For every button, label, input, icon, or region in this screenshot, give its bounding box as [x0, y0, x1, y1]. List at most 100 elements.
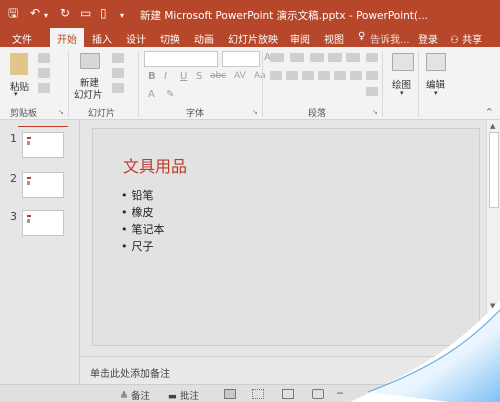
- clipboard-launcher-icon[interactable]: ↘: [58, 108, 64, 116]
- slide-thumbnail-1[interactable]: [22, 132, 64, 158]
- increase-indent-icon[interactable]: [328, 53, 342, 62]
- tab-view[interactable]: 视图: [324, 31, 344, 46]
- login-link[interactable]: 登录: [418, 31, 438, 46]
- tab-review[interactable]: 审阅: [290, 31, 310, 46]
- reading-view-icon[interactable]: [282, 389, 294, 399]
- comments-button[interactable]: ▬ 批注: [168, 388, 199, 402]
- collapse-ribbon-icon[interactable]: ^: [486, 107, 493, 116]
- undo-dropdown-icon[interactable]: ▾: [44, 9, 48, 23]
- page-curl-decoration: [350, 300, 500, 402]
- redo-icon[interactable]: ↻: [60, 6, 70, 20]
- bold-button[interactable]: B: [148, 71, 156, 82]
- smartart-icon[interactable]: [366, 87, 378, 96]
- bullets-icon[interactable]: [270, 53, 284, 62]
- align-left-icon[interactable]: [270, 71, 282, 80]
- font-color-button[interactable]: A: [148, 89, 155, 100]
- columns-icon[interactable]: [350, 71, 362, 80]
- tab-insert[interactable]: 插入: [92, 31, 112, 46]
- bullet-item: 橡皮: [121, 204, 165, 221]
- ribbon: 粘贴 ▾ 剪贴板 ↘ 新建 幻灯片 幻灯片 A A B I U S abc AV…: [0, 47, 500, 120]
- tab-slideshow[interactable]: 幻灯片放映: [228, 31, 278, 46]
- paste-icon[interactable]: [10, 53, 28, 75]
- slide-sorter-icon[interactable]: [252, 389, 264, 399]
- group-divider: [138, 51, 139, 117]
- paragraph-launcher-icon[interactable]: ↘: [372, 108, 378, 116]
- slide-number: 3: [10, 210, 17, 223]
- group-divider: [382, 51, 383, 117]
- align-text-icon[interactable]: [366, 71, 378, 80]
- tab-file[interactable]: 文件: [12, 31, 32, 46]
- slide-number: 2: [10, 172, 17, 185]
- bullet-item: 笔记本: [121, 221, 165, 238]
- insertion-marker: [18, 126, 68, 127]
- slide-thumbnail-3[interactable]: [22, 210, 64, 236]
- new-slide-icon[interactable]: [80, 53, 100, 69]
- slide-bullet-list[interactable]: 铅笔 橡皮 笔记本 尺子: [121, 187, 165, 255]
- shadow-button[interactable]: S: [196, 71, 202, 82]
- slide-number: 1: [10, 132, 17, 145]
- thumb-body-mark: [27, 141, 30, 145]
- align-center-icon[interactable]: [286, 71, 298, 80]
- slide-thumbnail-2[interactable]: [22, 172, 64, 198]
- layout-icon[interactable]: [112, 53, 124, 63]
- line-spacing-icon[interactable]: [346, 53, 360, 62]
- scroll-up-icon[interactable]: ▲: [490, 122, 495, 130]
- paste-button[interactable]: 粘贴: [10, 79, 29, 93]
- editing-dropdown-icon[interactable]: ▾: [434, 89, 438, 97]
- new-document-icon[interactable]: ▯: [100, 6, 107, 20]
- reset-icon[interactable]: [112, 68, 124, 78]
- text-direction-icon[interactable]: [366, 53, 378, 62]
- normal-view-icon[interactable]: [224, 389, 236, 399]
- font-launcher-icon[interactable]: ↘: [252, 108, 258, 116]
- thumb-body-mark: [27, 219, 30, 223]
- window-title: 新建 Microsoft PowerPoint 演示文稿.pptx - Powe…: [140, 10, 429, 22]
- cut-icon[interactable]: [38, 53, 50, 63]
- lightbulb-icon: ♀: [358, 31, 366, 42]
- save-icon[interactable]: 🖫: [8, 6, 18, 20]
- underline-button[interactable]: U: [180, 71, 187, 82]
- italic-button[interactable]: I: [164, 71, 167, 82]
- slide-thumbnail-pane: 1 2 3: [0, 120, 80, 384]
- tab-design[interactable]: 设计: [126, 31, 146, 46]
- shapes-icon[interactable]: [392, 53, 414, 71]
- ribbon-tab-bar: 文件 开始 插入 设计 切换 动画 幻灯片放映 审阅 视图 ♀ 告诉我... 登…: [0, 28, 500, 47]
- numbering-icon[interactable]: [290, 53, 304, 62]
- notes-placeholder[interactable]: 单击此处添加备注: [90, 365, 170, 380]
- paste-dropdown-icon[interactable]: ▾: [14, 90, 18, 98]
- tab-animations[interactable]: 动画: [194, 31, 214, 46]
- notes-toggle-button[interactable]: ≜ 备注: [120, 388, 150, 402]
- clipboard-group-label: 剪贴板: [10, 109, 38, 119]
- copy-icon[interactable]: [38, 68, 50, 78]
- strikethrough-button[interactable]: abc: [210, 71, 226, 81]
- highlight-icon[interactable]: ✎: [166, 89, 174, 100]
- notes-toggle-label: 备注: [131, 391, 151, 402]
- tell-me-box[interactable]: 告诉我...: [370, 31, 410, 46]
- find-icon[interactable]: [426, 53, 446, 71]
- char-spacing-button[interactable]: AV: [234, 71, 246, 81]
- bullet-item: 铅笔: [121, 187, 165, 204]
- start-slideshow-icon[interactable]: ▭: [80, 6, 91, 20]
- person-icon: ⚇: [450, 35, 459, 46]
- tab-home[interactable]: 开始: [50, 28, 84, 47]
- thumb-title-mark: [27, 137, 31, 139]
- decrease-indent-icon[interactable]: [310, 53, 324, 62]
- comments-label: 批注: [180, 391, 200, 402]
- scrollbar-thumb[interactable]: [489, 132, 499, 208]
- justify-icon[interactable]: [318, 71, 330, 80]
- tab-transitions[interactable]: 切换: [160, 31, 180, 46]
- new-slide-button[interactable]: 幻灯片: [74, 87, 103, 101]
- format-painter-icon[interactable]: [38, 83, 50, 93]
- title-bar: 🖫 ↶ ▾ ↻ ▭ ▯ ▾ 新建 Microsoft PowerPoint 演示…: [0, 0, 500, 28]
- section-icon[interactable]: [112, 83, 124, 93]
- slide-title[interactable]: 文具用品: [123, 153, 187, 177]
- distributed-icon[interactable]: [334, 71, 346, 80]
- drawing-dropdown-icon[interactable]: ▾: [400, 89, 404, 97]
- slideshow-view-icon[interactable]: [312, 389, 324, 399]
- customize-toolbar-icon[interactable]: ▾: [120, 9, 124, 23]
- share-button[interactable]: ⚇ 共享: [450, 31, 482, 46]
- font-size-dropdown-icon[interactable]: [240, 51, 250, 59]
- align-right-icon[interactable]: [302, 71, 314, 80]
- change-case-button[interactable]: Aa: [254, 71, 266, 81]
- undo-icon[interactable]: ↶: [30, 6, 40, 20]
- font-name-combo[interactable]: [144, 51, 218, 67]
